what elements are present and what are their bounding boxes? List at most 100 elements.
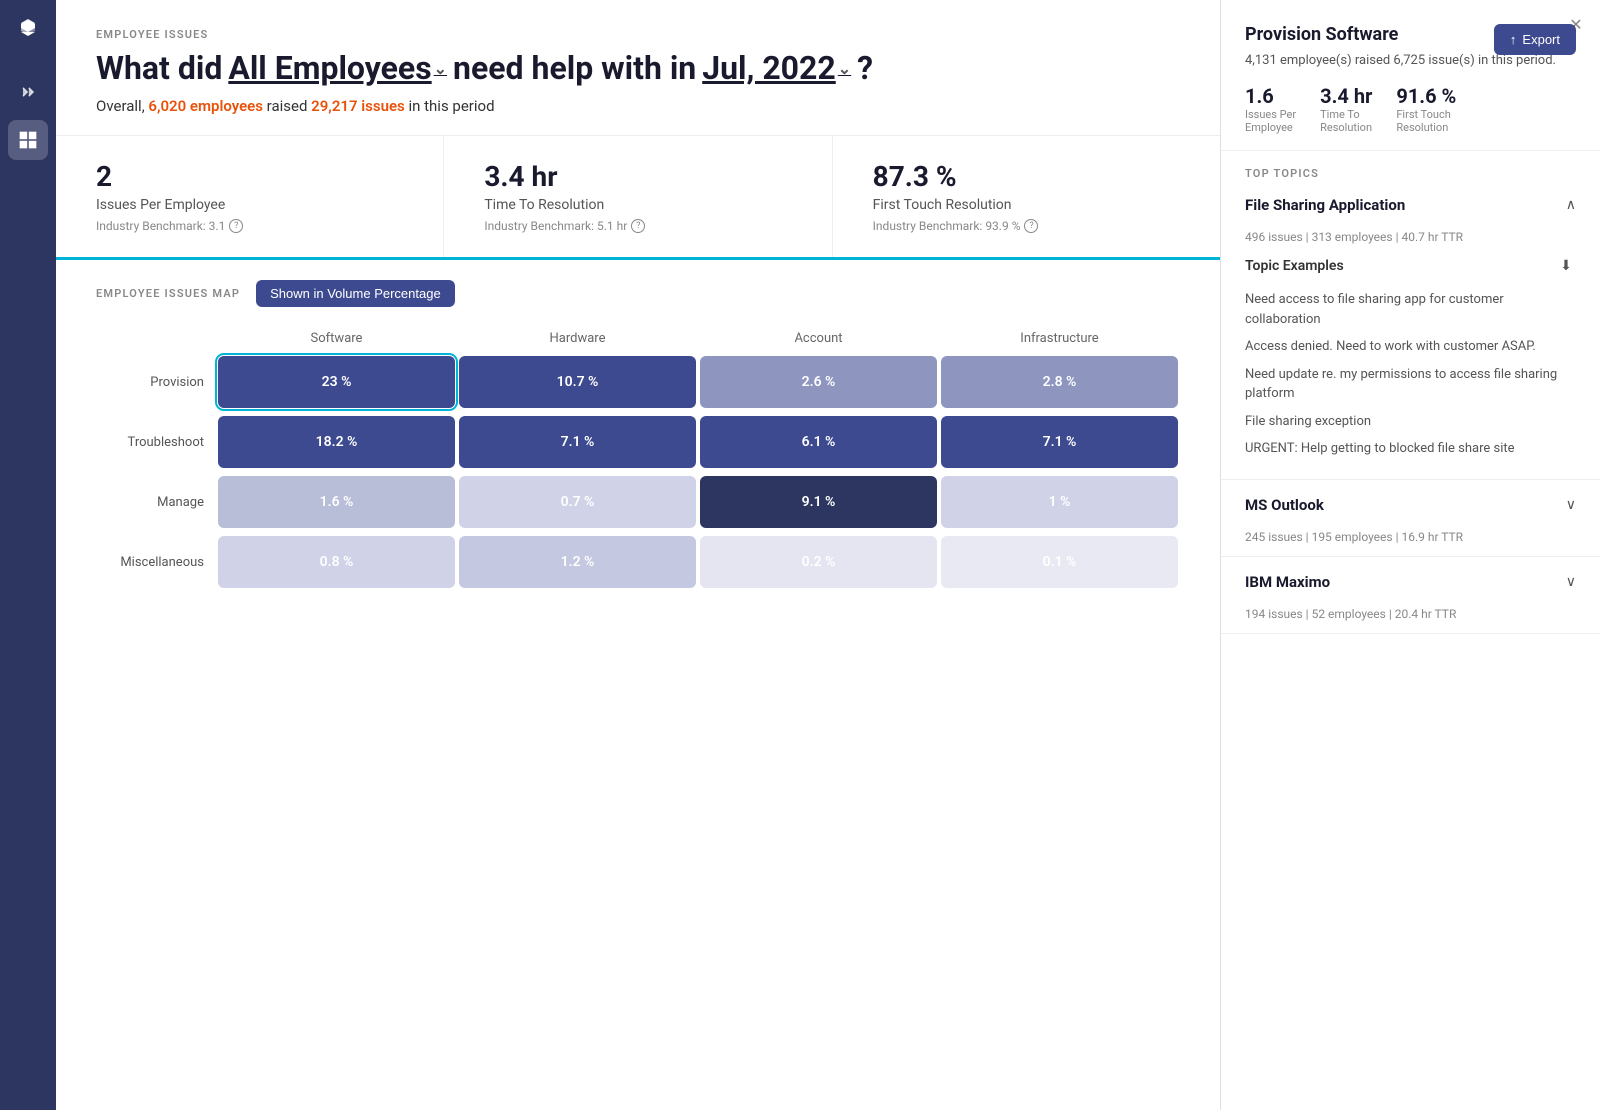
grid-cell-2-0[interactable]: 1.6 % [218,476,455,528]
subtitle: Overall, 6,020 employees raised 29,217 i… [96,97,1180,115]
grid-cell-3-1[interactable]: 1.2 % [459,536,696,588]
grid-cell-0-1[interactable]: 10.7 % [459,356,696,408]
topic-header-1[interactable]: MS Outlook ∨ [1221,480,1600,530]
employees-chevron-icon: ⌄ [434,59,447,78]
export-icon: ↑ [1510,32,1517,47]
grid-header-row: Software Hardware Account Infrastructure [96,327,1180,350]
metric-benchmark-1: Industry Benchmark: 5.1 hr ? [484,219,791,233]
topics-container: File Sharing Application∧496 issues | 31… [1221,180,1600,634]
sidebar-nav-grid[interactable] [8,120,48,160]
grid-cell-0-0[interactable]: 23 % [218,356,455,408]
title-prefix: What did [96,49,222,87]
grid-cell-0-2[interactable]: 2.6 % [700,356,937,408]
metric-card-2: 87.3 % First Touch Resolution Industry B… [833,136,1220,257]
topic-chevron-icon-1: ∨ [1566,497,1576,513]
grid-row-label-3: Miscellaneous [96,555,216,570]
topic-item-0: File Sharing Application∧496 issues | 31… [1221,180,1600,480]
topic-chevron-icon-2: ∨ [1566,574,1576,590]
subtitle-suffix: in this period [408,97,494,115]
metric-card-0: 2 Issues Per Employee Industry Benchmark… [56,136,444,257]
sidebar [0,0,56,1110]
title-suffix: ? [857,49,873,87]
topic-header-0[interactable]: File Sharing Application∧ [1221,180,1600,230]
panel-metric-value-2: 91.6 % [1396,84,1456,108]
grid-col-header-1: Software [216,327,457,350]
grid-row-3: Miscellaneous0.8 %1.2 %0.2 %0.1 % [96,534,1180,590]
panel-header: Provision Software 4,131 employee(s) rai… [1221,0,1600,151]
example-item-0-4: URGENT: Help getting to blocked file sha… [1245,435,1576,463]
top-area: EMPLOYEE ISSUES What did All Employees ⌄… [56,0,1220,260]
metric-label-2: First Touch Resolution [873,197,1180,213]
topic-name-2: IBM Maximo [1245,573,1330,591]
panel-metric-label-2: First TouchResolution [1396,108,1456,134]
export-label: Export [1522,32,1560,47]
grid-cell-2-2[interactable]: 9.1 % [700,476,937,528]
grid-col-header-0 [96,327,216,350]
map-label: EMPLOYEE ISSUES MAP [96,287,240,300]
example-item-0-2: Need update re. my permissions to access… [1245,361,1576,408]
grid-cell-1-2[interactable]: 6.1 % [700,416,937,468]
topic-header-2[interactable]: IBM Maximo ∨ [1221,557,1600,607]
grid-cell-1-1[interactable]: 7.1 % [459,416,696,468]
metric-label-1: Time To Resolution [484,197,791,213]
metric-value-0: 2 [96,160,403,193]
topic-name-0: File Sharing Application [1245,196,1405,214]
grid-cell-3-3[interactable]: 0.1 % [941,536,1178,588]
panel-topics-label: TOP TOPICS [1221,151,1600,180]
date-chevron-icon: ⌄ [838,59,851,78]
map-header: EMPLOYEE ISSUES MAP Shown in Volume Perc… [96,280,1180,307]
panel-metric-label-1: Time ToResolution [1320,108,1372,134]
issues-count: 29,217 issues [311,97,405,115]
topic-item-1: MS Outlook ∨ 245 issues | 195 employees | … [1221,480,1600,557]
grid-col-header-4: Infrastructure [939,327,1180,350]
topic-examples-header-0: Topic Examples⬇ [1245,256,1576,276]
map-section: EMPLOYEE ISSUES MAP Shown in Volume Perc… [56,260,1220,1110]
panel-body: File Sharing Application∧496 issues | 31… [1221,180,1600,1110]
metric-value-2: 87.3 % [873,160,1180,193]
benchmark-icon-1: ? [631,219,645,233]
export-button[interactable]: ↑ Export [1494,24,1576,55]
section-label: EMPLOYEE ISSUES [96,28,1180,41]
grid-cell-2-3[interactable]: 1 % [941,476,1178,528]
title-middle: need help with in [453,49,696,87]
download-icon[interactable]: ⬇ [1556,256,1576,276]
example-item-0-0: Need access to file sharing app for cust… [1245,286,1576,333]
grid-row-label-0: Provision [96,375,216,390]
benchmark-icon-0: ? [229,219,243,233]
metric-benchmark-2: Industry Benchmark: 93.9 % ? [873,219,1180,233]
grid-cell-1-3[interactable]: 7.1 % [941,416,1178,468]
example-item-0-3: File sharing exception [1245,408,1576,436]
grid-cell-3-0[interactable]: 0.8 % [218,536,455,588]
grid-row-label-2: Manage [96,495,216,510]
panel-metric-1: 3.4 hr Time ToResolution [1320,84,1372,134]
grid-cell-0-3[interactable]: 2.8 % [941,356,1178,408]
main-content: EMPLOYEE ISSUES What did All Employees ⌄… [56,0,1220,1110]
panel-metric-value-0: 1.6 [1245,84,1296,108]
topic-examples-0: Topic Examples⬇ Need access to file shari… [1221,256,1600,479]
sidebar-nav-arrows[interactable] [8,72,48,112]
topic-stats-1: 245 issues | 195 employees | 16.9 hr TTR [1221,530,1600,556]
panel-metrics: 1.6 Issues PerEmployee 3.4 hr Time ToRes… [1245,84,1576,134]
grid-table: Software Hardware Account Infrastructure… [96,327,1180,590]
grid-cell-2-1[interactable]: 0.7 % [459,476,696,528]
metric-card-1: 3.4 hr Time To Resolution Industry Bench… [444,136,832,257]
metrics-row: 2 Issues Per Employee Industry Benchmark… [56,135,1220,257]
sidebar-logo [10,12,46,48]
example-item-0-1: Access denied. Need to work with custome… [1245,333,1576,361]
topic-item-2: IBM Maximo∨194 issues | 52 employees | 2… [1221,557,1600,634]
employees-dropdown[interactable]: All Employees ⌄ [228,49,447,87]
topic-name-1: MS Outlook [1245,496,1324,514]
grid-cell-1-0[interactable]: 18.2 % [218,416,455,468]
metric-label-0: Issues Per Employee [96,197,403,213]
date-dropdown[interactable]: Jul, 2022 ⌄ [702,49,851,87]
grid-row-1: Troubleshoot18.2 %7.1 %6.1 %7.1 % [96,414,1180,470]
grid-rows-container: Provision23 %10.7 %2.6 %2.8 %Troubleshoo… [96,354,1180,590]
grid-row-0: Provision23 %10.7 %2.6 %2.8 % [96,354,1180,410]
panel-subtitle: 4,131 employee(s) raised 6,725 issue(s) … [1245,53,1576,68]
panel-metric-value-1: 3.4 hr [1320,84,1372,108]
map-toggle-button[interactable]: Shown in Volume Percentage [256,280,455,307]
benchmark-icon-2: ? [1024,219,1038,233]
grid-cell-3-2[interactable]: 0.2 % [700,536,937,588]
grid-row-2: Manage1.6 %0.7 %9.1 %1 % [96,474,1180,530]
grid-col-header-2: Hardware [457,327,698,350]
